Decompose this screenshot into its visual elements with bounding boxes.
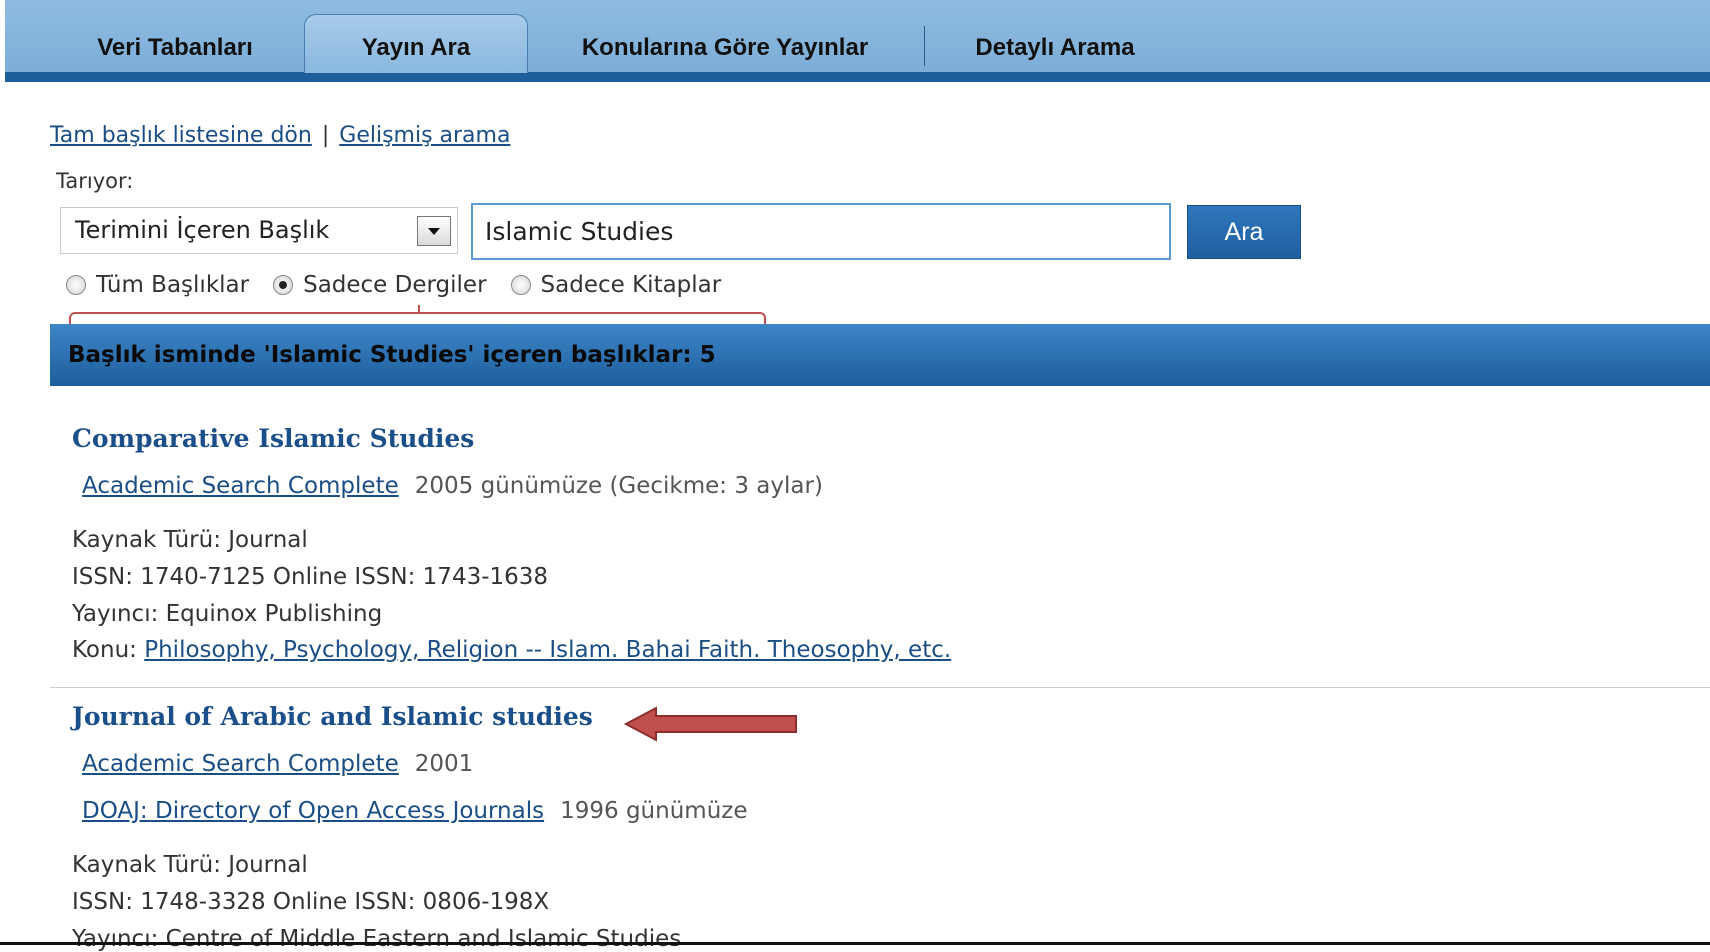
coverage-text: 2005 günümüze (Gecikme: 3 aylar) (414, 473, 823, 499)
publisher: Yayıncı: Centre of Middle Eastern and Is… (72, 926, 682, 952)
top-links: Tam başlık listesine dön | Gelişmiş arama (50, 123, 510, 148)
radio-button-checked-icon[interactable] (273, 275, 294, 295)
search-scope-label: Tarıyor: (56, 169, 134, 193)
results-header: Başlık isminde 'Islamic Studies' içeren … (50, 324, 1710, 386)
result-divider (50, 687, 1710, 688)
search-input[interactable] (471, 203, 1171, 260)
chevron-down-icon (428, 227, 440, 235)
result-title[interactable]: Comparative Islamic Studies (72, 424, 474, 453)
radio-all-titles[interactable]: Tüm Başlıklar (66, 272, 249, 298)
source-type: Kaynak Türü: Journal (72, 527, 308, 553)
subject-line: Konu: Philosophy, Psychology, Religion -… (72, 637, 951, 663)
result-title[interactable]: Journal of Arabic and Islamic studies (72, 702, 593, 731)
tab-veri-tabanlari[interactable]: Veri Tabanları (65, 24, 285, 72)
coverage-text: 1996 günümüze (560, 798, 748, 824)
publisher: Yayıncı: Equinox Publishing (72, 601, 383, 627)
dropdown-button[interactable] (417, 216, 451, 246)
subject-label: Konu: (72, 637, 137, 663)
annotation-arrow-icon (624, 706, 797, 742)
radio-journals-only[interactable]: Sadece Dergiler (273, 272, 487, 298)
search-button[interactable]: Ara (1187, 205, 1301, 259)
search-mode-select[interactable]: Terimini İçeren Başlık (60, 207, 458, 254)
radio-button-icon[interactable] (66, 275, 86, 295)
radio-label: Sadece Dergiler (303, 272, 487, 298)
tab-divider (924, 26, 925, 66)
radio-button-icon[interactable] (510, 275, 531, 295)
advanced-search-link[interactable]: Gelişmiş arama (339, 123, 510, 148)
coverage-text: 2001 (414, 751, 474, 777)
database-line: Academic Search Complete 2001 (82, 751, 473, 777)
issn: ISSN: 1740-7125 Online ISSN: 1743-1638 (72, 564, 549, 590)
radio-label: Tüm Başlıklar (96, 272, 250, 298)
tab-yayin-ara[interactable]: Yayın Ara (304, 14, 528, 73)
subject-link[interactable]: Philosophy, Psychology, Religion -- Isla… (144, 637, 951, 663)
title-type-radios: Tüm Başlıklar Sadece Dergiler Sadece Kit… (66, 272, 745, 298)
radio-books-only[interactable]: Sadece Kitaplar (510, 272, 722, 298)
issn: ISSN: 1748-3328 Online ISSN: 0806-198X (72, 889, 550, 915)
back-to-list-link[interactable]: Tam başlık listesine dön (50, 123, 312, 148)
database-link[interactable]: Academic Search Complete (82, 751, 399, 777)
radio-label: Sadece Kitaplar (540, 272, 722, 298)
link-separator: | (321, 123, 330, 148)
source-type: Kaynak Türü: Journal (72, 852, 308, 878)
database-link[interactable]: DOAJ: Directory of Open Access Journals (82, 798, 544, 824)
tab-konularina-gore-yayinlar[interactable]: Konularına Göre Yayınlar (545, 24, 905, 72)
database-link[interactable]: Academic Search Complete (82, 473, 399, 499)
top-nav: Veri Tabanları Yayın Ara Konularına Göre… (5, 0, 1710, 82)
database-line: Academic Search Complete 2005 günümüze (G… (82, 473, 823, 499)
search-mode-value: Terimini İçeren Başlık (75, 216, 330, 244)
tab-detayli-arama[interactable]: Detaylı Arama (945, 24, 1165, 72)
database-line: DOAJ: Directory of Open Access Journals 1… (82, 798, 748, 824)
